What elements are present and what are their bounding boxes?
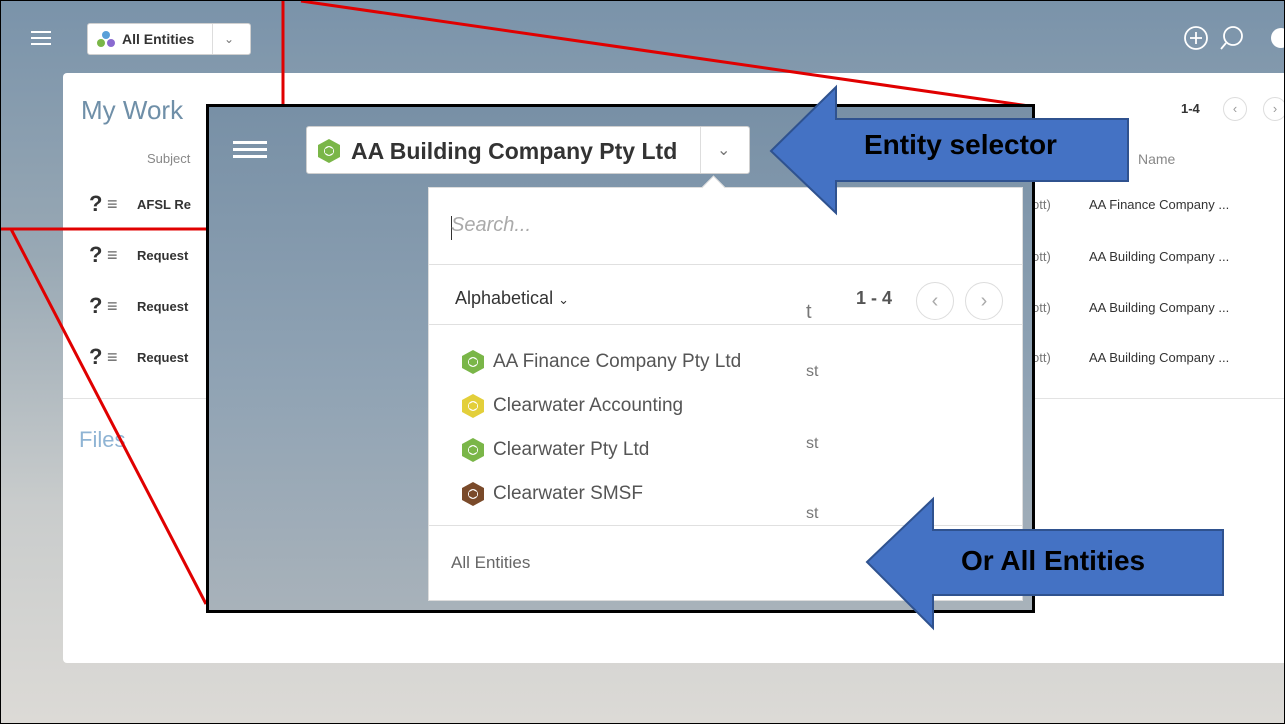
screen-frame: All Entities ⌄ My Work Subject Name 1-4 … xyxy=(0,0,1285,724)
all-entities-callout-label: Or All Entities xyxy=(961,545,1146,576)
annotation-arrows xyxy=(769,84,1224,631)
entity-selector-callout-label: Entity selector xyxy=(864,129,1057,160)
